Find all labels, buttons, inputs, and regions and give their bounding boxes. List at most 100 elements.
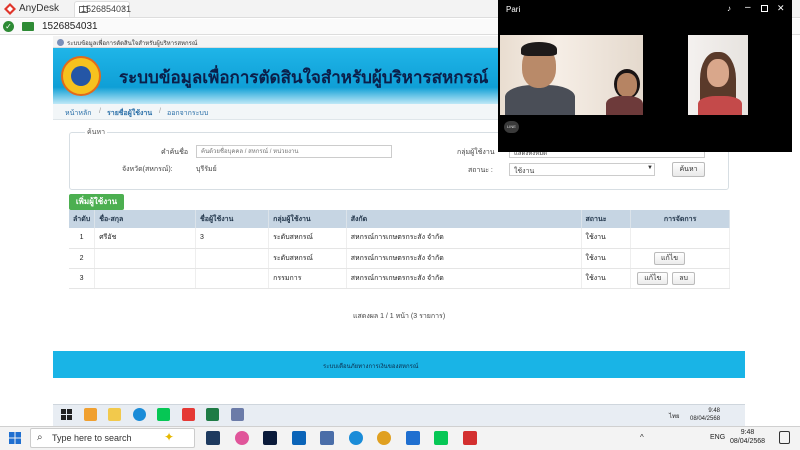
task-view-icon[interactable] (206, 431, 220, 445)
outlook-icon[interactable] (292, 431, 306, 445)
user-table: ลำดับ ชื่อ-สกุล ชื่อผู้ใช้งาน กลุ่มผู้ใช… (69, 210, 730, 289)
edge-browser-icon[interactable] (133, 408, 146, 421)
edge-browser-icon[interactable] (349, 431, 363, 445)
column-header: ลำดับ (69, 210, 96, 228)
row-actions (630, 228, 730, 249)
local-date: 08/04/2568 (730, 438, 766, 445)
column-header: การจัดการ (630, 210, 730, 228)
local-input-language[interactable]: ENG (710, 434, 725, 441)
status-select[interactable]: ใช้งาน (509, 163, 655, 176)
row-number: 3 (69, 268, 96, 289)
remote-app-icon[interactable] (406, 431, 420, 445)
pdf-reader-icon[interactable] (463, 431, 477, 445)
connection-ok-icon: ✓ (3, 21, 14, 32)
pagination-info: แสดงผล 1 / 1 หน้า (3 รายการ) (353, 313, 446, 320)
user-status: ใช้งาน (581, 248, 632, 269)
remote-clock: 9:48 08/04/2568 (690, 407, 720, 423)
breadcrumb-user-list[interactable]: รายชื่อผู้ใช้งาน (107, 108, 152, 119)
row-actions: แก้ไข (630, 248, 730, 269)
breadcrumb-home[interactable]: หน้าหลัก (65, 108, 91, 119)
browser-app-icon[interactable] (231, 408, 244, 421)
photoshop-icon[interactable] (263, 431, 277, 445)
taskbar-search-placeholder: Type here to search (52, 433, 132, 443)
user-status: ใช้งาน (581, 228, 632, 249)
anydesk-app-name: AnyDesk (19, 3, 60, 14)
search-button[interactable]: ค้นหา (672, 162, 705, 177)
site-favicon-icon (57, 39, 64, 46)
media-app-icon[interactable] (182, 408, 195, 421)
close-icon[interactable]: ✕ (777, 3, 785, 14)
file-explorer-icon[interactable] (108, 408, 121, 421)
excel-icon[interactable] (206, 408, 219, 421)
breadcrumb-logout[interactable]: ออกจากระบบ (167, 108, 208, 119)
bell-icon[interactable]: ♪ (727, 4, 731, 13)
browser-tab-title[interactable]: ระบบข้อมูลเพื่อการตัดสินใจสำหรับผู้บริหา… (67, 38, 197, 48)
edit-button[interactable]: แก้ไข (637, 271, 669, 285)
participant-figure (505, 85, 575, 115)
participant-figure (606, 96, 643, 115)
search-legend: ค้นหา (85, 127, 108, 138)
notification-icon[interactable] (779, 431, 790, 444)
row-actions: แก้ไข ลบ (630, 268, 730, 289)
remote-input-language[interactable]: ไทย (669, 411, 680, 421)
cooperative-logo-emblem (71, 66, 91, 86)
breadcrumb-separator: / (99, 108, 101, 115)
edit-button[interactable]: แก้ไข (653, 251, 685, 265)
column-header: ชื่อผู้ใช้งาน (195, 210, 270, 228)
column-header: กลุ่มผู้ใช้งาน (268, 210, 347, 228)
line-app-taskbar-icon[interactable] (434, 431, 448, 445)
remote-time: 9:48 (708, 408, 721, 414)
sparkle-icon: ✦ (164, 430, 175, 444)
chrome-browser-icon[interactable] (377, 431, 391, 445)
maximize-icon[interactable] (761, 5, 768, 12)
keyword-label: คำค้นชื่อ (161, 149, 189, 156)
participant-figure (521, 42, 557, 56)
add-user-button[interactable]: เพิ่มผู้ใช้งาน (69, 194, 124, 210)
user-group: ระดับสหกรณ์ (268, 248, 347, 269)
windows-start-icon[interactable] (61, 409, 72, 420)
user-group: ระดับสหกรณ์ (268, 228, 347, 249)
user-status: ใช้งาน (581, 268, 632, 289)
table-row: 3 กรรมการ สหกรณ์การเกษตรกระสัง จำกัด ใช้… (69, 268, 730, 289)
username (195, 248, 270, 269)
delete-button[interactable]: ลบ (672, 271, 695, 285)
store-icon[interactable] (320, 431, 334, 445)
anydesk-logo-icon (4, 3, 16, 15)
copilot-icon[interactable] (84, 408, 97, 421)
participant-figure (707, 59, 729, 87)
organization: สหกรณ์การเกษตรกระสัง จำกัด (346, 248, 582, 269)
username (195, 268, 270, 289)
remote-monitor-icon[interactable] (22, 22, 34, 31)
row-number: 1 (69, 228, 96, 249)
remote-date: 08/04/2568 (690, 416, 721, 422)
chevron-up-icon[interactable]: ^ (640, 433, 644, 442)
breadcrumb-separator: / (159, 108, 161, 115)
anydesk-session-id: 1526854031 (42, 21, 98, 32)
search-icon: ⌕ (37, 432, 43, 443)
participant-figure (698, 96, 742, 115)
organization: สหกรณ์การเกษตรกระสัง จำกัด (346, 268, 582, 289)
page-title: ระบบข้อมูลเพื่อการตัดสินใจสำหรับผู้บริหา… (119, 68, 489, 87)
tab-close-icon[interactable]: × (121, 3, 126, 13)
keyword-search-input[interactable] (196, 145, 392, 158)
local-time: 9:48 (740, 429, 755, 436)
footer-text: ระบบเตือนภัยทางการเงินของสหกรณ์ (323, 364, 419, 370)
user-group-label: กลุ่มผู้ใช้งาน (457, 149, 495, 156)
line-app-taskbar-icon[interactable] (157, 408, 170, 421)
user-full-name: ศรีอัช (94, 228, 196, 249)
column-header: สถานะ (581, 210, 632, 228)
copilot-icon[interactable] (235, 431, 249, 445)
column-header: ชื่อ-สกุล (94, 210, 196, 228)
windows-start-icon[interactable] (9, 432, 21, 444)
minimize-icon[interactable]: – (745, 2, 751, 13)
status-label: สถานะ : (468, 167, 493, 174)
table-header-row: ลำดับ ชื่อ-สกุล ชื่อผู้ใช้งาน กลุ่มผู้ใช… (69, 210, 730, 228)
user-full-name (94, 248, 196, 269)
province-value: บุรีรัมย์ (196, 166, 217, 173)
table-row: 2 ระดับสหกรณ์ สหกรณ์การเกษตรกระสัง จำกัด… (69, 248, 730, 269)
chevron-down-icon: ▼ (647, 165, 653, 171)
user-group: กรรมการ (268, 268, 347, 289)
video-call-title: Pari (506, 5, 521, 14)
local-clock[interactable]: 9:48 08/04/2568 (730, 428, 765, 446)
organization: สหกรณ์การเกษตรกระสัง จำกัด (346, 228, 582, 249)
